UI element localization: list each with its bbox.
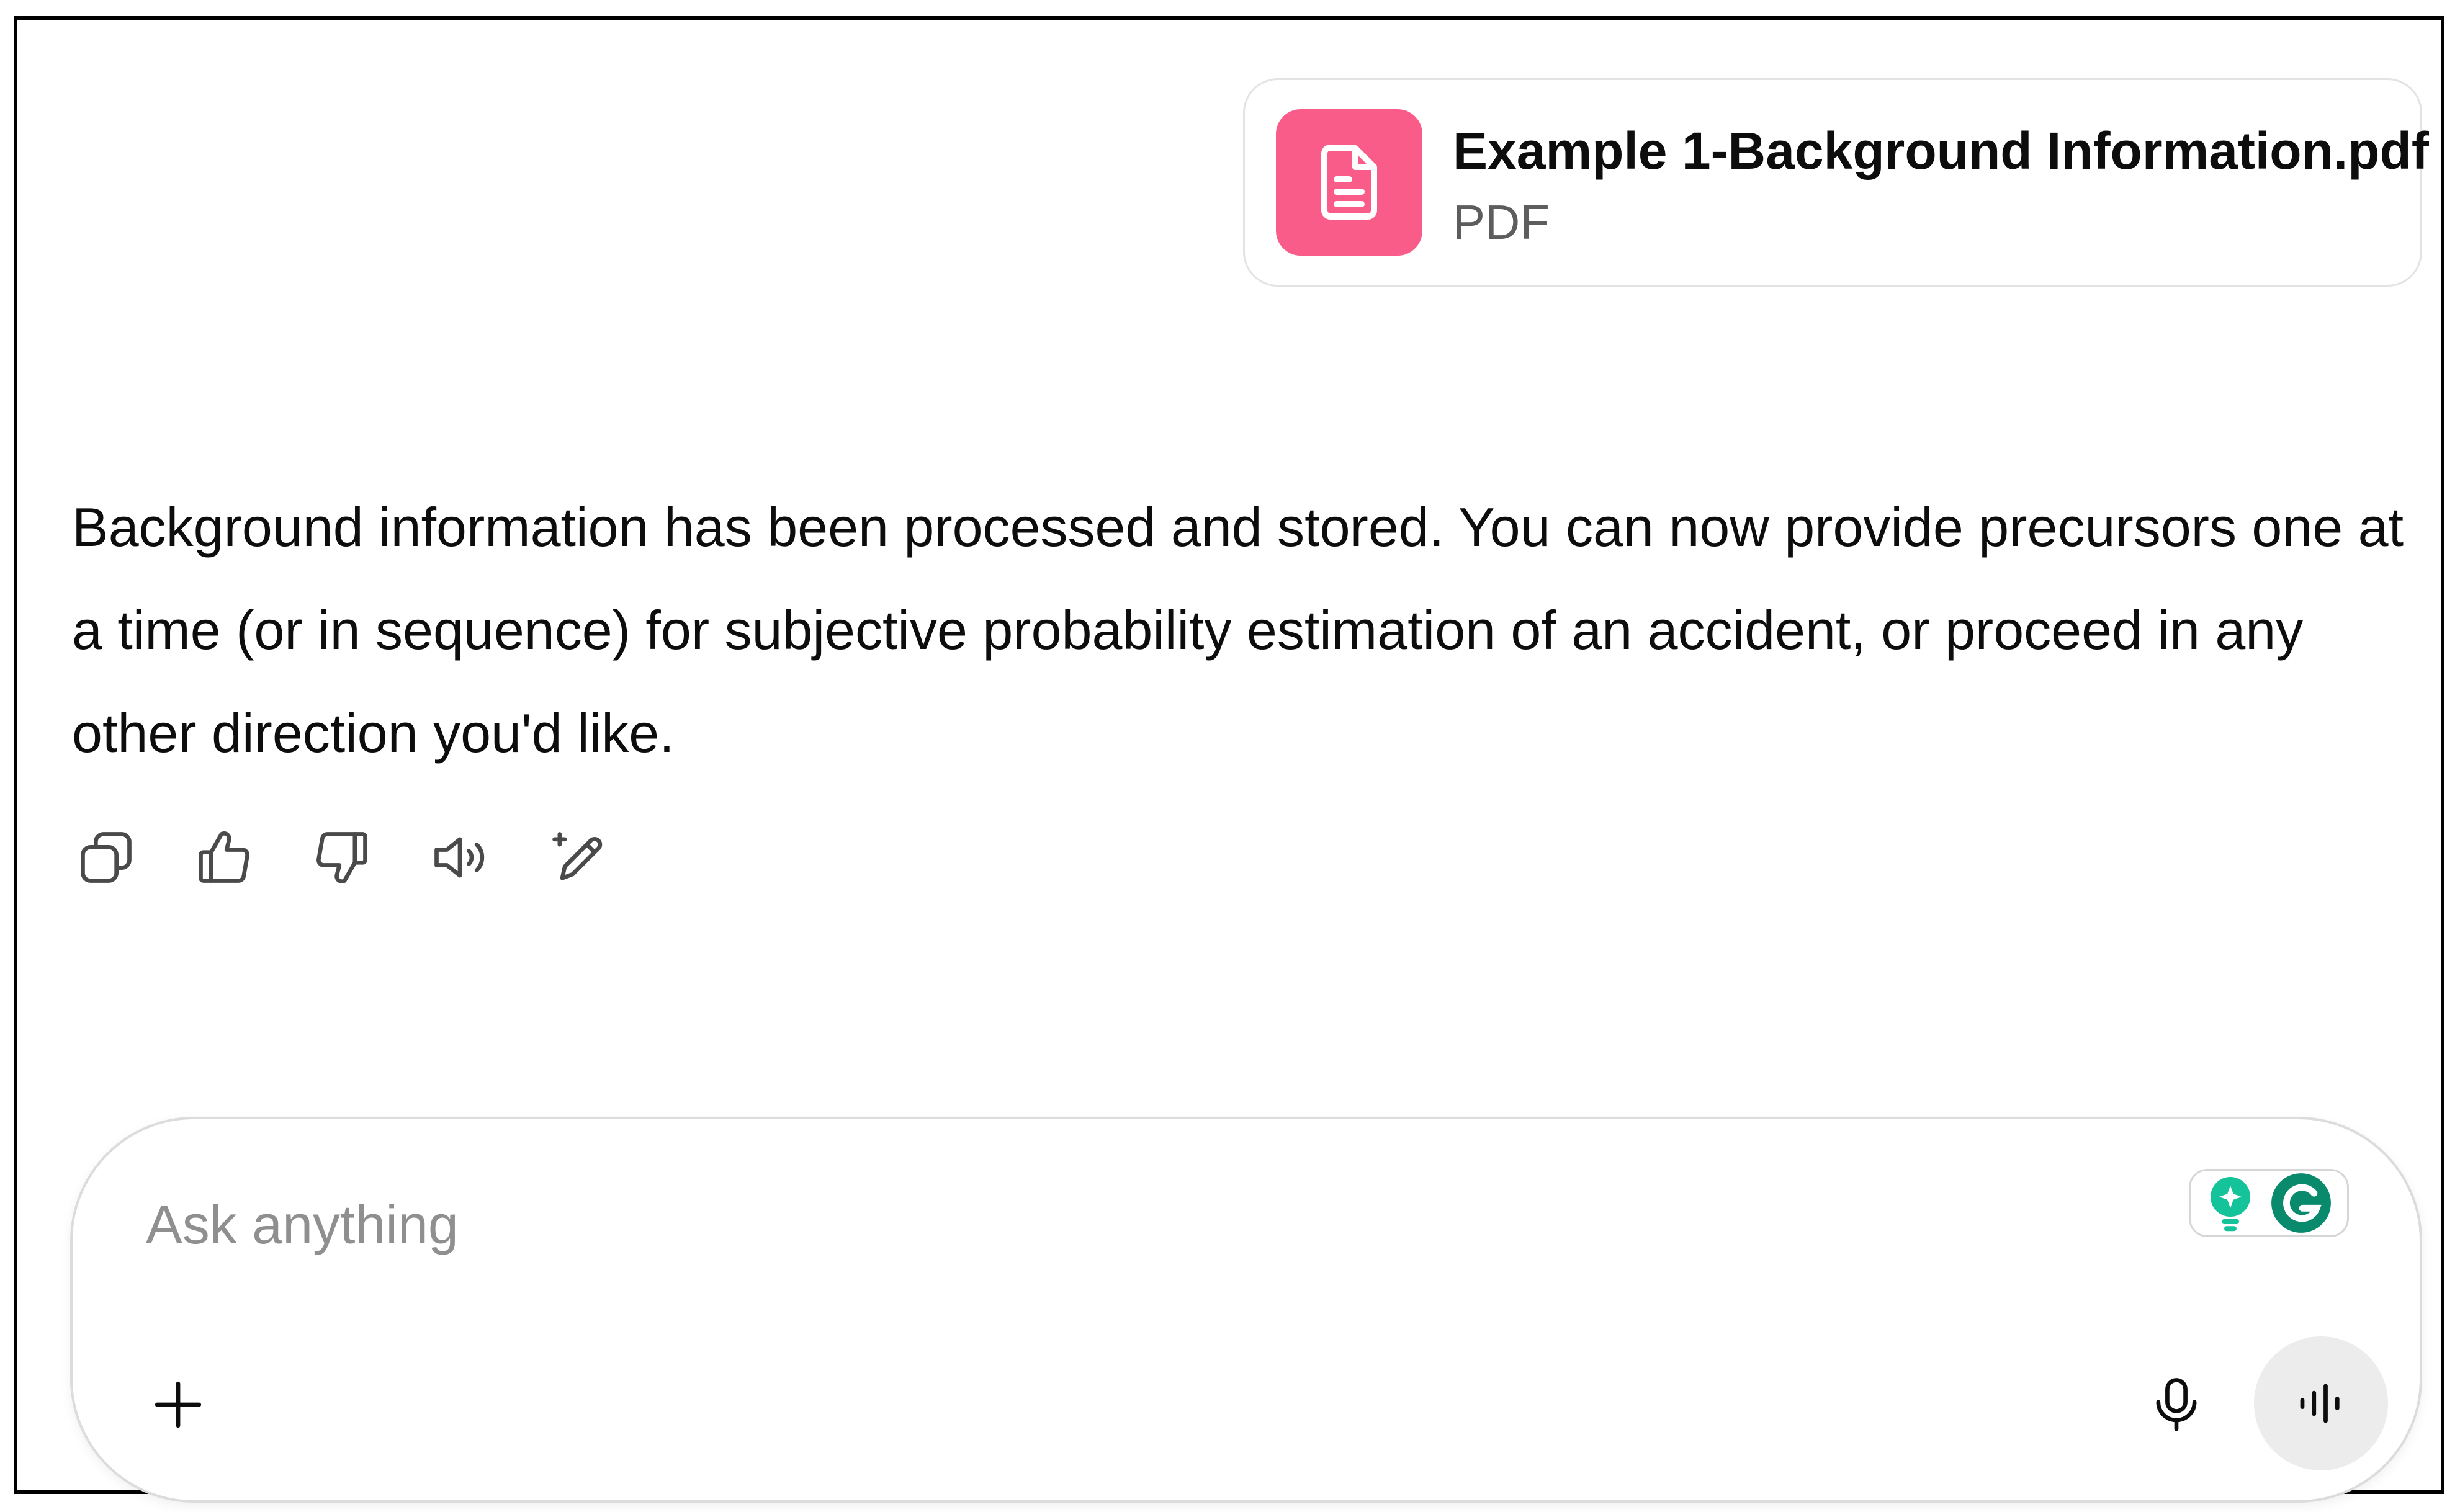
attachment-file-type: PDF <box>1453 195 1550 249</box>
assistant-message: Background information has been processe… <box>72 496 2404 764</box>
thumbs-down-button[interactable] <box>308 823 376 892</box>
grammarly-lightbulb-icon <box>2211 1177 2250 1232</box>
microphone-icon <box>2156 1378 2197 1431</box>
plus-icon <box>155 1381 202 1428</box>
thumbs-down-icon <box>316 832 367 883</box>
edit-sparkle-icon <box>552 832 603 880</box>
copy-icon <box>81 832 132 883</box>
document-icon <box>1321 145 1377 220</box>
attachment-file-name: Example 1-Background Information.pdf <box>1453 122 2429 180</box>
window-frame: Example 1-Background Information.pdf PDF… <box>14 16 2444 1503</box>
read-aloud-icon <box>434 837 485 878</box>
voice-mode-button[interactable] <box>2254 1336 2388 1470</box>
prompt-input[interactable] <box>146 1188 2194 1262</box>
voice-mode-icon <box>2300 1384 2340 1423</box>
read-aloud-button[interactable] <box>426 823 494 892</box>
grammarly-logo-icon <box>2271 1173 2331 1233</box>
thumbs-up-icon <box>199 831 249 883</box>
thumbs-up-button[interactable] <box>190 823 258 892</box>
message-action-bar <box>72 823 612 904</box>
composer <box>70 1117 2422 1503</box>
add-attachment-button[interactable] <box>141 1367 215 1442</box>
edit-with-ai-button[interactable] <box>544 823 612 892</box>
attachment-card[interactable]: Example 1-Background Information.pdf PDF <box>1243 78 2429 287</box>
dictate-button[interactable] <box>2139 1367 2214 1442</box>
grammarly-widget[interactable] <box>2189 1169 2349 1237</box>
copy-button[interactable] <box>72 823 140 892</box>
file-icon-tile <box>1276 109 1422 256</box>
